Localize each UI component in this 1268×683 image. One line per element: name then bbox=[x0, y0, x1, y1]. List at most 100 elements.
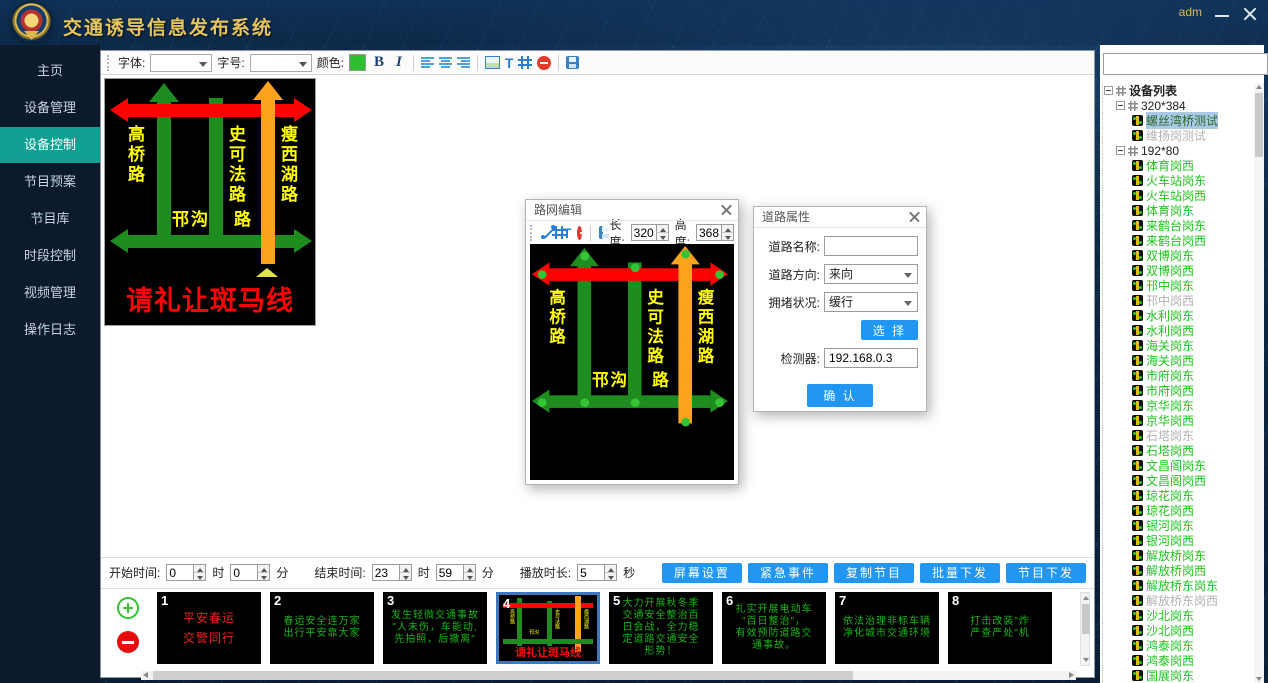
device-group[interactable]: 192*80 bbox=[1102, 143, 1252, 158]
duration-spinner[interactable] bbox=[605, 564, 617, 581]
end-minute-input[interactable] bbox=[436, 564, 464, 581]
device-item[interactable]: 沙北岗西 bbox=[1102, 623, 1252, 638]
dialog-titlebar[interactable]: 路网编辑 bbox=[526, 200, 738, 221]
edit-handle[interactable] bbox=[631, 263, 640, 272]
tree-collapse-icon[interactable] bbox=[1104, 86, 1113, 95]
start-hour-input[interactable] bbox=[166, 564, 194, 581]
device-item[interactable]: 来鹤台岗东 bbox=[1102, 218, 1252, 233]
insert-text-icon[interactable] bbox=[563, 225, 572, 241]
device-item[interactable]: 邗中岗西 bbox=[1102, 293, 1252, 308]
end-minute-spinner[interactable] bbox=[464, 564, 476, 581]
sidebar-item-program-plan[interactable]: 节目预案 bbox=[0, 164, 100, 200]
device-item[interactable]: 双博岗东 bbox=[1102, 248, 1252, 263]
program-send-button[interactable]: 节目下发 bbox=[1006, 563, 1086, 583]
device-item[interactable]: 体育岗西 bbox=[1102, 158, 1252, 173]
length-input[interactable] bbox=[631, 224, 657, 241]
device-item[interactable]: 海关岗西 bbox=[1102, 353, 1252, 368]
device-item[interactable]: 鸿泰岗西 bbox=[1102, 653, 1252, 668]
insert-text-icon[interactable] bbox=[505, 55, 514, 71]
playlist-horizontal-scrollbar[interactable] bbox=[141, 671, 1076, 680]
remove-program-icon[interactable] bbox=[117, 631, 139, 653]
align-center-icon[interactable] bbox=[439, 57, 452, 68]
start-minute-spinner[interactable] bbox=[258, 564, 270, 581]
sidebar-item-program-library[interactable]: 节目库 bbox=[0, 201, 100, 237]
batch-send-button[interactable]: 批量下发 bbox=[920, 563, 1000, 583]
device-item[interactable]: 京华岗西 bbox=[1102, 413, 1252, 428]
road-name-input[interactable] bbox=[824, 236, 918, 256]
device-item[interactable]: 水利岗西 bbox=[1102, 323, 1252, 338]
device-item[interactable]: 石塔岗东 bbox=[1102, 428, 1252, 443]
tree-collapse-icon[interactable] bbox=[1116, 101, 1125, 110]
playlist-item-3[interactable]: 3发生轻微交通事故"人未伤，车能动,先拍照，后撤离" bbox=[383, 592, 487, 664]
scrollbar-thumb[interactable] bbox=[1082, 604, 1090, 634]
device-search-input[interactable] bbox=[1103, 53, 1268, 75]
add-program-icon[interactable] bbox=[117, 597, 139, 619]
duration-input[interactable] bbox=[577, 564, 605, 581]
edit-handle[interactable] bbox=[580, 252, 589, 261]
save-icon[interactable] bbox=[566, 56, 579, 69]
playlist-item-1[interactable]: 1平安春运交警同行 bbox=[157, 592, 261, 664]
scroll-left-icon[interactable] bbox=[143, 672, 148, 678]
device-item[interactable]: 螺丝湾桥测试 bbox=[1102, 113, 1252, 128]
device-item[interactable]: 维扬岗测试 bbox=[1102, 128, 1252, 143]
device-item[interactable]: 市府岗西 bbox=[1102, 383, 1252, 398]
height-spinner[interactable] bbox=[722, 224, 734, 241]
playlist-item-8[interactable]: 8打击改装"炸严查严处"机 bbox=[948, 592, 1052, 664]
delete-icon[interactable] bbox=[577, 226, 582, 240]
insert-image-icon[interactable] bbox=[485, 56, 500, 69]
edit-handle[interactable] bbox=[631, 398, 640, 407]
dialog-close-icon[interactable] bbox=[720, 204, 733, 217]
device-item[interactable]: 解放桥东岗西 bbox=[1102, 593, 1252, 608]
device-item[interactable]: 银河岗东 bbox=[1102, 518, 1252, 533]
device-item[interactable]: 火车站岗东 bbox=[1102, 173, 1252, 188]
device-item[interactable]: 火车站岗西 bbox=[1102, 188, 1252, 203]
device-item[interactable]: 市府岗东 bbox=[1102, 368, 1252, 383]
device-item[interactable]: 国展岗东 bbox=[1102, 668, 1252, 683]
scroll-up-icon[interactable] bbox=[1082, 594, 1090, 602]
dialog-close-icon[interactable] bbox=[908, 211, 921, 224]
device-item[interactable]: 京华岗东 bbox=[1102, 398, 1252, 413]
sidebar-item-device-management[interactable]: 设备管理 bbox=[0, 90, 100, 126]
scrollbar-thumb[interactable] bbox=[1255, 93, 1263, 157]
save-icon[interactable] bbox=[599, 226, 604, 239]
font-select[interactable] bbox=[150, 54, 212, 72]
playlist-item-4[interactable]: 4高桥路史可法路瘦西湖路邗沟请礼让斑马线 bbox=[496, 592, 600, 664]
device-item[interactable]: 解放桥岗东 bbox=[1102, 548, 1252, 563]
delete-icon[interactable] bbox=[537, 56, 551, 70]
device-item[interactable]: 解放桥岗西 bbox=[1102, 563, 1252, 578]
device-item[interactable]: 来鹤台岗西 bbox=[1102, 233, 1252, 248]
sidebar-item-period-control[interactable]: 时段控制 bbox=[0, 238, 100, 274]
playlist-item-6[interactable]: 6扎实开展电动车"百日整治"，有效预防道路交通事故。 bbox=[722, 592, 826, 664]
detector-input[interactable] bbox=[824, 348, 918, 368]
device-item[interactable]: 海关岗东 bbox=[1102, 338, 1252, 353]
bold-button[interactable]: B bbox=[371, 54, 387, 71]
italic-button[interactable]: I bbox=[392, 54, 406, 71]
sidebar-item-video-management[interactable]: 视频管理 bbox=[0, 275, 100, 311]
edit-handle[interactable] bbox=[715, 270, 724, 279]
edit-handle[interactable] bbox=[580, 398, 589, 407]
playlist-vertical-scrollbar[interactable] bbox=[1080, 592, 1090, 666]
sidebar-item-operation-log[interactable]: 操作日志 bbox=[0, 312, 100, 348]
edit-handle[interactable] bbox=[715, 398, 724, 407]
color-swatch[interactable] bbox=[349, 54, 366, 71]
playlist-item-2[interactable]: 2春运安全连万家出行平安靠大家 bbox=[270, 592, 374, 664]
font-size-select[interactable] bbox=[250, 54, 312, 72]
end-hour-spinner[interactable] bbox=[400, 564, 412, 581]
edit-handle[interactable] bbox=[681, 418, 690, 427]
scrollbar-thumb[interactable] bbox=[153, 671, 853, 680]
choose-button[interactable]: 选 择 bbox=[861, 320, 918, 340]
roadnet-tool-icon[interactable] bbox=[518, 56, 532, 69]
confirm-button[interactable]: 确 认 bbox=[807, 384, 872, 407]
playlist-item-7[interactable]: 7依法治理非标车辆净化城市交通环境 bbox=[835, 592, 939, 664]
device-tree-scrollbar[interactable] bbox=[1254, 83, 1264, 683]
end-hour-input[interactable] bbox=[372, 564, 400, 581]
device-item[interactable]: 邗中岗东 bbox=[1102, 278, 1252, 293]
device-item[interactable]: 文昌阁岗东 bbox=[1102, 458, 1252, 473]
minimize-button[interactable] bbox=[1212, 4, 1232, 24]
device-item[interactable]: 解放桥东岗东 bbox=[1102, 578, 1252, 593]
device-item[interactable]: 双博岗西 bbox=[1102, 263, 1252, 278]
device-item[interactable]: 石塔岗西 bbox=[1102, 443, 1252, 458]
device-item[interactable]: 琼花岗西 bbox=[1102, 503, 1252, 518]
emergency-event-button[interactable]: 紧急事件 bbox=[748, 563, 828, 583]
start-minute-input[interactable] bbox=[230, 564, 258, 581]
